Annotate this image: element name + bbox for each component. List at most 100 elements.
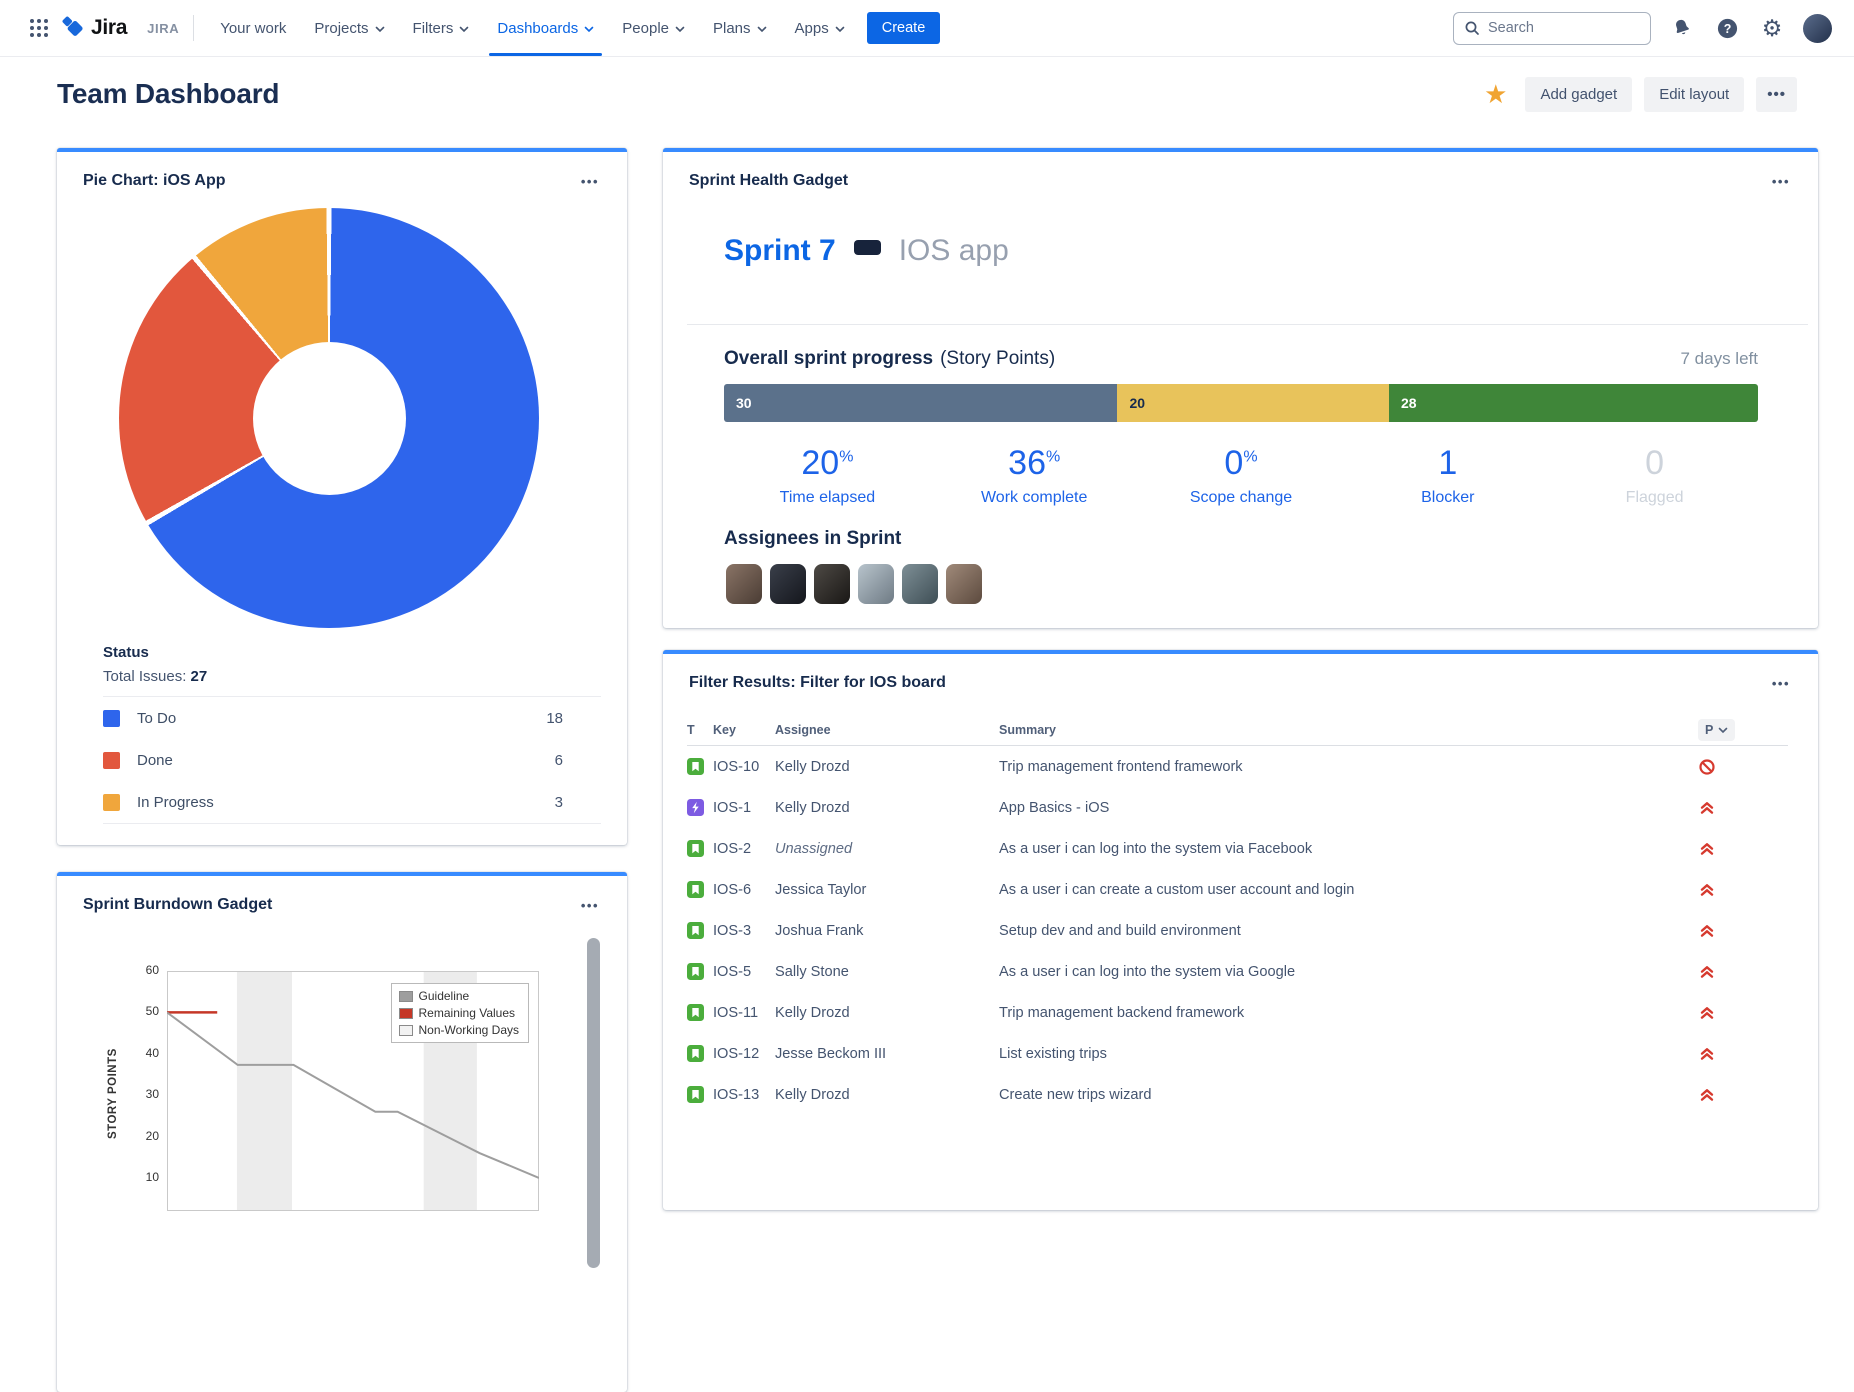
table-row[interactable]: IOS-3Joshua FrankSetup dev and and build… [687,910,1788,951]
sprint-name[interactable]: Sprint 7 [724,234,836,268]
app-switcher-icon[interactable] [22,11,56,45]
table-row[interactable]: IOS-5Sally StoneAs a user i can log into… [687,951,1788,992]
legend-item-in-progress[interactable]: In Progress3 [103,781,601,823]
issue-key[interactable]: IOS-13 [713,1087,775,1103]
filter-results-more-button[interactable]: ••• [1772,677,1790,690]
column-header-summary[interactable]: Summary [999,723,1698,737]
assignee-avatar-5[interactable] [902,564,938,604]
issue-assignee: Kelly Drozd [775,1005,999,1021]
priority-highest-icon [1698,922,1716,940]
site-label: JIRA [147,21,179,36]
column-header-t[interactable]: T [687,723,713,737]
legend-swatch [103,710,120,727]
user-avatar[interactable] [1803,14,1832,43]
nav-item-projects[interactable]: Projects [302,14,396,43]
issue-type-cell [687,881,713,898]
issue-key[interactable]: IOS-10 [713,759,775,775]
legend-swatch [399,991,413,1002]
story-type-icon [687,840,704,857]
axis-tick-label: 30 [129,1087,159,1101]
legend-swatch [103,752,120,769]
nav-item-dashboards[interactable]: Dashboards [485,14,606,43]
nav-item-apps[interactable]: Apps [783,14,857,43]
legend-swatch [399,1008,413,1019]
issue-key[interactable]: IOS-1 [713,800,775,816]
jira-logo-icon [62,16,84,40]
story-type-icon [687,1004,704,1021]
add-gadget-button[interactable]: Add gadget [1525,77,1632,112]
assignee-avatar-6[interactable] [946,564,982,604]
assignee-avatar-2[interactable] [770,564,806,604]
favorite-star-icon[interactable]: ★ [1484,81,1507,107]
legend-item-to-do[interactable]: To Do18 [103,697,601,739]
chevron-down-icon [584,25,594,33]
stat-flagged: 0Flagged [1551,444,1758,507]
pie-gadget-more-button[interactable]: ••• [581,175,599,188]
issue-type-cell [687,922,713,939]
issue-summary: Create new trips wizard [999,1087,1698,1103]
assignee-avatar-1[interactable] [726,564,762,604]
issue-key[interactable]: IOS-6 [713,882,775,898]
column-header-key[interactable]: Key [713,723,775,737]
table-row[interactable]: IOS-13Kelly DrozdCreate new trips wizard [687,1074,1788,1115]
progress-title: Overall sprint progress [724,348,933,370]
nav-item-label: Plans [713,20,751,37]
stat-scope-change: 0%Scope change [1138,444,1345,507]
table-row[interactable]: IOS-6Jessica TaylorAs a user i can creat… [687,869,1788,910]
issue-key[interactable]: IOS-12 [713,1046,775,1062]
nav-item-your-work[interactable]: Your work [208,14,298,43]
column-header-assignee[interactable]: Assignee [775,723,999,737]
issue-priority-cell [1698,881,1788,899]
search-box[interactable] [1453,12,1651,45]
issue-assignee: Jessica Taylor [775,882,999,898]
notifications-bell-icon[interactable] [1668,14,1696,42]
sprint-state-icon [854,240,881,255]
pie-donut-chart[interactable] [119,208,539,628]
create-button[interactable]: Create [867,12,941,44]
priority-highest-icon [1698,881,1716,899]
stat-time-elapsed: 20%Time elapsed [724,444,931,507]
pie-gadget-title: Pie Chart: iOS App [83,172,226,190]
column-header-p-sort[interactable]: P [1698,719,1735,741]
sprint-health-more-button[interactable]: ••• [1772,175,1790,188]
issue-summary: Setup dev and and build environment [999,923,1698,939]
issue-key[interactable]: IOS-2 [713,841,775,857]
legend-item-done[interactable]: Done6 [103,739,601,781]
burndown-scrollbar[interactable] [587,938,600,1268]
table-row[interactable]: IOS-2UnassignedAs a user i can log into … [687,828,1788,869]
issue-type-cell [687,840,713,857]
story-type-icon [687,963,704,980]
assignee-avatar-4[interactable] [858,564,894,604]
assignee-avatars [726,564,982,604]
issue-key[interactable]: IOS-3 [713,923,775,939]
search-input[interactable] [1488,20,1628,36]
settings-gear-icon[interactable]: ⚙ [1758,14,1786,42]
nav-item-label: Dashboards [497,20,578,37]
stat-value: 1 [1344,444,1551,483]
burndown-more-button[interactable]: ••• [581,899,599,912]
pie-total-label: Total Issues: [103,668,186,685]
page-title: Team Dashboard [57,78,279,110]
nav-item-plans[interactable]: Plans [701,14,779,43]
table-row[interactable]: IOS-11Kelly DrozdTrip management backend… [687,992,1788,1033]
issue-type-cell [687,1086,713,1103]
stat-label: Blocker [1344,489,1551,507]
edit-layout-button[interactable]: Edit layout [1644,77,1744,112]
issue-key[interactable]: IOS-5 [713,964,775,980]
assignee-avatar-3[interactable] [814,564,850,604]
table-row[interactable]: IOS-12Jesse Beckom IIIList existing trip… [687,1033,1788,1074]
issue-key[interactable]: IOS-11 [713,1005,775,1021]
pie-total-issues: Total Issues: 27 [103,668,601,685]
burndown-y-axis-label: STORY POINTS [107,1048,119,1139]
legend-value: 6 [555,752,563,769]
help-icon[interactable]: ? [1713,14,1741,42]
column-header-p: P [1698,719,1788,741]
nav-item-filters[interactable]: Filters [401,14,482,43]
nav-divider [193,15,194,41]
nav-item-people[interactable]: People [610,14,697,43]
dashboard-more-button[interactable]: ••• [1756,77,1797,112]
table-row[interactable]: IOS-1Kelly DrozdApp Basics - iOS [687,787,1788,828]
table-row[interactable]: IOS-10Kelly DrozdTrip management fronten… [687,746,1788,787]
issue-summary: As a user i can create a custom user acc… [999,882,1698,898]
jira-logo[interactable]: Jira [62,16,127,40]
